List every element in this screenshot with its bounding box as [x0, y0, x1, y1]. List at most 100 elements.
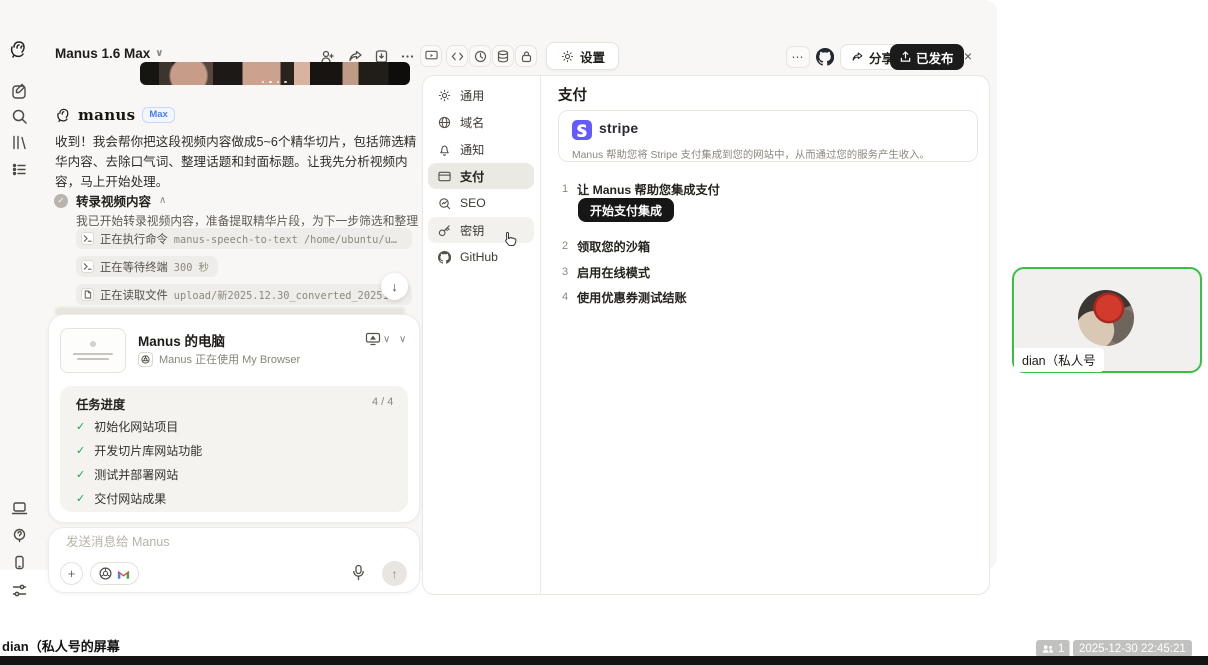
mobile-icon[interactable]	[8, 551, 30, 573]
github-icon	[816, 48, 834, 66]
chevron-up-icon: ∧	[159, 195, 166, 206]
settings-nav-keys[interactable]: 密钥	[428, 217, 534, 243]
publish-icon	[900, 51, 911, 63]
microphone-icon[interactable]	[352, 564, 365, 581]
key-icon	[437, 223, 451, 237]
more-options-button[interactable]: ⋯	[786, 46, 810, 68]
task-item: ✓ 测试并部署网站	[76, 466, 178, 483]
published-button[interactable]: 已发布	[890, 44, 964, 70]
computer-card-title: Manus 的电脑	[138, 330, 225, 350]
connected-tools[interactable]	[90, 562, 139, 585]
scroll-to-bottom-button[interactable]: ↓	[381, 273, 408, 300]
section-header[interactable]: ✓ 转录视频内容 ∧	[54, 191, 166, 210]
check-icon: ✓	[76, 492, 85, 505]
more-icon: ⋯	[792, 50, 805, 64]
arrow-down-icon: ↓	[391, 279, 398, 294]
bell-icon	[437, 142, 451, 156]
settings-tab[interactable]: 设置	[546, 42, 619, 70]
video-thumbnail[interactable]	[140, 62, 410, 85]
task-item: ✓ 开发切片库网站功能	[76, 442, 202, 459]
settings-nav-domain[interactable]: 域名	[428, 109, 534, 135]
close-icon: ×	[964, 48, 972, 64]
code-tab-button[interactable]	[446, 45, 468, 67]
settings-nav-seo[interactable]: SEO	[428, 190, 534, 216]
max-badge: Max	[142, 107, 174, 123]
settings-nav-github[interactable]: GitHub	[428, 244, 534, 270]
check-icon: ✓	[76, 420, 85, 433]
chrome-icon	[99, 567, 112, 580]
assistant-message: 收到！我会帮你把这段视频内容做成5~6个精华切片，包括筛选精华内容、去除口气词、…	[55, 132, 417, 192]
terminal-icon	[81, 232, 94, 245]
seo-search-icon	[437, 196, 451, 210]
settings-nav-payment[interactable]: 支付	[428, 163, 534, 189]
preferences-icon[interactable]	[8, 579, 30, 601]
globe-icon	[437, 115, 451, 129]
settings-nav-notifications[interactable]: 通知	[428, 136, 534, 162]
action-pill[interactable]: 正在执行命令 manus-speech-to-text /home/ubuntu…	[76, 228, 412, 249]
share-icon	[851, 51, 864, 63]
action-pill[interactable]: 正在等待终端 300 秒	[76, 256, 218, 277]
section-title: 转录视频内容	[76, 191, 151, 210]
video-progress-dots	[262, 81, 287, 84]
search-icon[interactable]	[8, 105, 30, 127]
payment-step-2: 2 领取您的沙箱	[558, 237, 650, 255]
database-tab-button[interactable]	[492, 45, 514, 67]
settings-nav-general[interactable]: 通用	[428, 82, 534, 108]
terminal-icon	[81, 260, 94, 273]
gmail-icon	[117, 569, 130, 579]
task-item: ✓ 交付网站成果	[76, 490, 166, 507]
secrets-tab-button[interactable]	[515, 45, 537, 67]
help-icon[interactable]	[8, 524, 30, 546]
action-pill[interactable]: 正在读取文件 upload/新2025.12.30_converted_2025…	[76, 284, 412, 305]
send-button[interactable]: ↑	[382, 561, 407, 586]
timestamp-badge: 2025-12-30 22:45:21	[1073, 640, 1192, 657]
agent-name: manus	[78, 106, 135, 124]
credit-card-icon	[437, 169, 451, 183]
settings-divider	[540, 76, 541, 594]
preview-tab-button[interactable]	[420, 45, 442, 67]
manus-logo-icon	[7, 38, 29, 60]
payment-step-3: 3 启用在线模式	[558, 263, 650, 281]
gear-icon	[560, 49, 574, 63]
payment-step-1: 1 让 Manus 帮助您集成支付	[558, 180, 720, 198]
viewer-count-badge: 1	[1036, 640, 1070, 657]
chevron-down-icon[interactable]: ∨	[383, 334, 390, 345]
task-item: ✓ 初始化网站项目	[76, 418, 178, 435]
display-select-icon[interactable]	[364, 330, 382, 348]
stripe-name: stripe	[599, 120, 638, 136]
progress-title: 任务进度	[76, 395, 125, 413]
payment-step-4: 4 使用优惠券测试结账	[558, 288, 687, 306]
computer-screen-thumbnail[interactable]	[60, 328, 126, 373]
laptop-icon[interactable]	[8, 497, 30, 519]
viewers-icon	[1042, 644, 1054, 654]
file-icon	[81, 288, 94, 301]
computer-status: Manus 正在使用 My Browser	[138, 351, 300, 367]
shared-screen-label: dian（私人号的屏幕	[2, 636, 120, 655]
new-task-icon[interactable]	[8, 80, 30, 102]
library-icon[interactable]	[8, 131, 30, 153]
progress-count: 4 / 4	[372, 396, 393, 408]
stripe-logo-icon	[572, 120, 592, 140]
github-icon	[437, 250, 451, 264]
tasks-icon[interactable]	[8, 158, 30, 180]
page-title: 支付	[558, 84, 587, 105]
github-button[interactable]	[814, 46, 836, 68]
attach-button[interactable]: +	[60, 562, 83, 585]
chat-title[interactable]: Manus 1.6 Max ∨	[55, 46, 163, 61]
badge-divider	[1069, 641, 1070, 655]
section-status-icon: ✓	[54, 194, 68, 208]
check-icon: ✓	[76, 444, 85, 457]
check-icon: ✓	[76, 468, 85, 481]
chevron-down-icon: ∨	[155, 48, 163, 59]
webcam-avatar	[1078, 290, 1134, 346]
start-payment-integration-button[interactable]: 开始支付集成	[578, 198, 674, 222]
history-tab-button[interactable]	[469, 45, 491, 67]
mouse-cursor	[503, 231, 517, 247]
collapse-card-icon[interactable]: ∨	[399, 334, 406, 345]
message-input[interactable]	[66, 535, 366, 549]
bottom-black-bar	[0, 656, 1208, 665]
close-panel-button[interactable]: ×	[958, 46, 978, 66]
stripe-description: Manus 帮助您将 Stripe 支付集成到您的网站中，从而通过您的服务产生收…	[572, 146, 967, 161]
gear-icon	[437, 88, 451, 102]
manus-avatar-icon	[55, 107, 71, 123]
